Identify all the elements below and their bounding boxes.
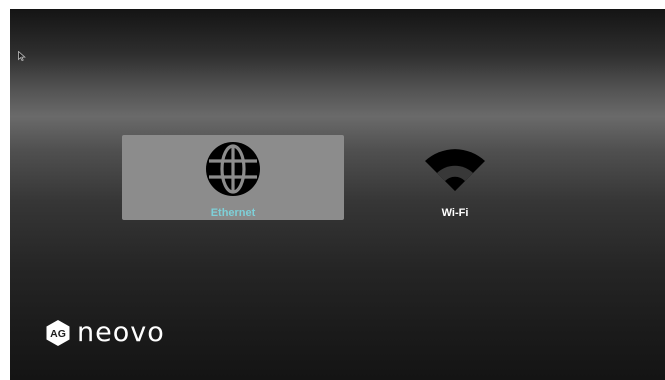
svg-text:AG: AG [50,328,66,340]
ethernet-label: Ethernet [210,207,256,219]
mouse-cursor-icon [18,51,26,61]
ethernet-option-button[interactable]: Ethernet [122,135,344,220]
network-settings-screen: Ethernet Wi-Fi AG neovo [10,9,665,380]
globe-icon [206,142,260,196]
brand-logo: AG neovo [44,317,165,349]
wifi-icon [425,149,485,191]
ag-badge-logo: AG [46,320,70,346]
wifi-option-button[interactable]: Wi-Fi [344,135,566,220]
wifi-label: Wi-Fi [441,207,469,219]
brand-wordmark: neovo [77,317,165,348]
